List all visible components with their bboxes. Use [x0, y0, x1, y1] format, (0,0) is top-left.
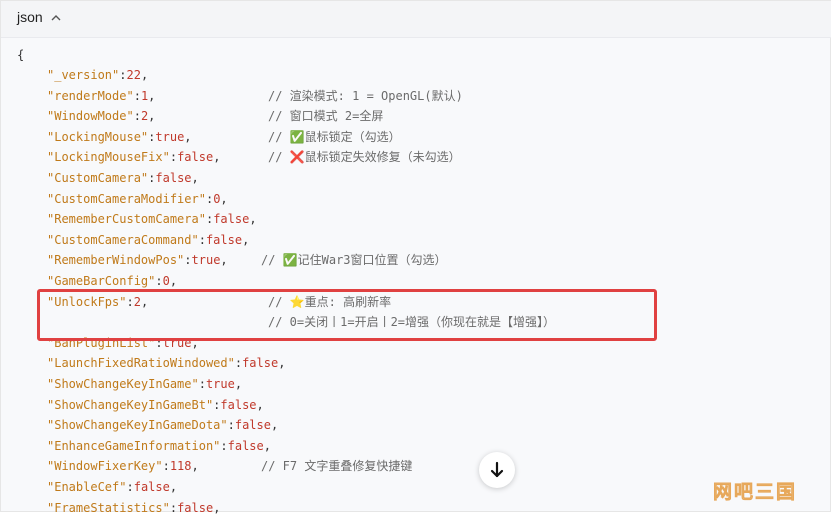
code-line: "ShowChangeKeyInGame":true, — [47, 377, 243, 391]
json-key: "WindowMode" — [47, 109, 134, 124]
code-line: "renderMode":1, — [47, 88, 156, 103]
json-key: "CustomCameraCommand" — [47, 232, 199, 247]
code-line: "GameBarConfig":0, — [47, 274, 178, 288]
code-line: "ShowChangeKeyInGameDota":false, — [47, 418, 279, 433]
chevron-up-icon[interactable] — [51, 13, 61, 23]
json-key: "FrameStatistics" — [47, 500, 170, 515]
code-line: "FrameStatistics":false, — [47, 500, 221, 515]
code-line: "LockingMouseFix":false, — [47, 150, 221, 165]
code-line: "LockingMouse":true, — [47, 129, 192, 144]
scroll-to-bottom-button[interactable] — [479, 452, 515, 488]
code-line: "ShowChangeKeyInGameBt":false, — [47, 397, 264, 412]
code-comment: // ✅鼠标锁定（勾选） — [268, 129, 401, 144]
json-key: "LockingMouseFix" — [47, 150, 170, 165]
json-value: true — [205, 377, 235, 391]
json-value: 22 — [126, 68, 141, 82]
json-key: "ShowChangeKeyInGame" — [47, 377, 199, 391]
json-key: "CustomCamera" — [47, 171, 149, 185]
json-value: false — [177, 150, 214, 165]
code-block-header: json — [1, 1, 831, 38]
code-line: "RememberCustomCamera":false, — [47, 212, 257, 227]
json-key: "ShowChangeKeyInGameBt" — [47, 397, 214, 412]
json-value: true — [155, 129, 185, 144]
code-line: "WindowMode":2, — [47, 109, 156, 124]
json-key: "renderMode" — [47, 88, 134, 103]
code-line: "CustomCameraModifier":0, — [47, 191, 228, 206]
code-line: "EnhanceGameInformation":false, — [47, 438, 271, 453]
code-comment: // 窗口模式 2=全屏 — [268, 109, 384, 124]
code-comment: // F7 文字重叠修复快捷键 — [261, 459, 413, 474]
json-value: false — [220, 397, 257, 412]
json-value: false — [227, 438, 264, 453]
json-value: false — [213, 212, 250, 227]
code-line: "RememberWindowPos":true, — [47, 253, 228, 268]
json-key: "GameBarConfig" — [47, 274, 156, 288]
code-comment: // ✅记住War3窗口位置（勾选） — [261, 253, 447, 268]
json-key: "WindowFixerKey" — [47, 459, 163, 474]
arrow-down-icon — [490, 461, 504, 478]
json-value: false — [205, 232, 243, 247]
open-brace: { — [17, 48, 25, 62]
json-value: false — [177, 500, 214, 515]
json-key: "CustomCameraModifier" — [47, 191, 206, 206]
json-value: false — [234, 418, 271, 433]
code-block-panel: json { "_version":22, "renderMode":1, // 渲… — [0, 0, 831, 515]
json-value: true — [191, 253, 221, 268]
json-key: "RememberWindowPos" — [47, 253, 185, 268]
json-key: "LockingMouse" — [47, 129, 149, 144]
code-comment: // 渲染模式: 1 = OpenGL(默认) — [268, 88, 463, 103]
code-line: "CustomCameraCommand":false, — [47, 232, 250, 247]
json-value: 118 — [169, 459, 192, 474]
json-value: false — [133, 480, 170, 494]
code-line: "WindowFixerKey":118, — [47, 459, 199, 474]
json-key: "EnhanceGameInformation" — [47, 438, 221, 453]
code-line: "LaunchFixedRatioWindowed":false, — [47, 356, 286, 371]
json-key: "LaunchFixedRatioWindowed" — [47, 356, 235, 371]
json-key: "RememberCustomCamera" — [47, 212, 206, 227]
code-line: "EnableCef":false, — [47, 480, 178, 494]
code-line: "_version":22, — [47, 68, 149, 82]
json-value: false — [155, 171, 192, 185]
highlight-annotation-box — [37, 289, 657, 341]
code-comment: // ❌鼠标锁定失效修复（未勾选） — [268, 150, 461, 165]
json-key: "EnableCef" — [47, 480, 127, 494]
json-key: "_version" — [47, 68, 120, 82]
code-line: "CustomCamera":false, — [47, 171, 199, 185]
json-key: "ShowChangeKeyInGameDota" — [47, 418, 228, 433]
json-value: 0 — [162, 274, 170, 288]
language-label: json — [17, 9, 43, 25]
watermark-logo: 网吧三国 — [713, 482, 798, 504]
json-value: false — [242, 356, 279, 371]
